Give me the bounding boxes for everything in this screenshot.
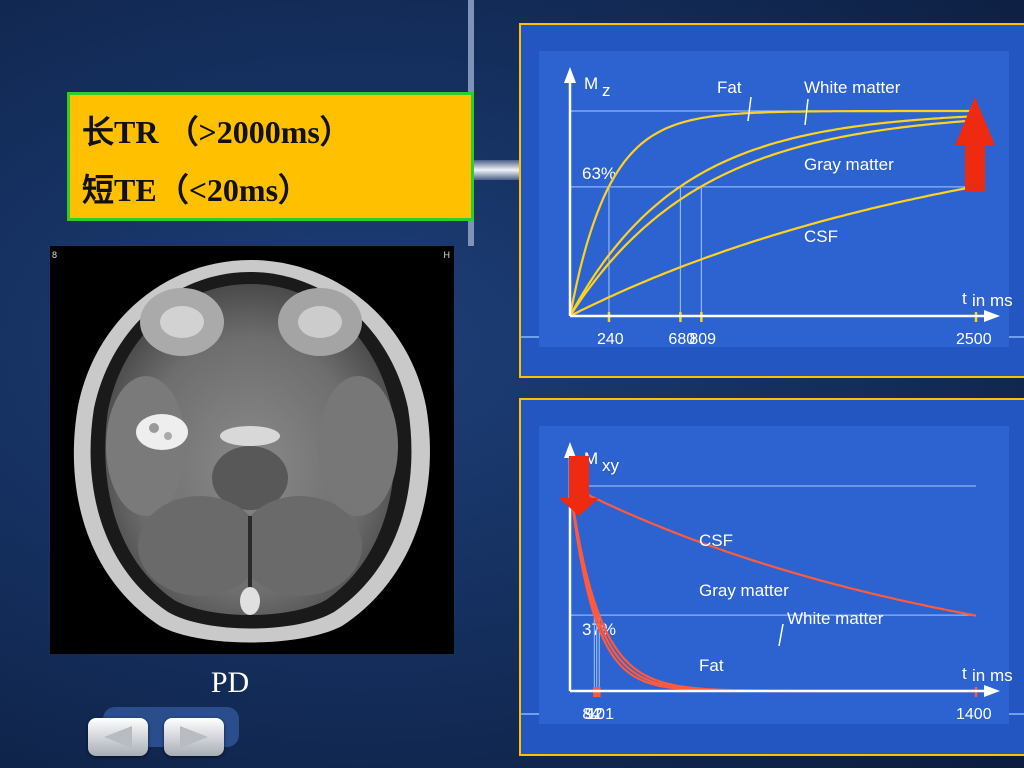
series-label: Gray matter — [699, 581, 789, 600]
y-axis-label-sub: z — [602, 81, 611, 100]
y-axis-label: M — [584, 74, 598, 93]
arrow-right-icon — [180, 726, 208, 748]
series-label: CSF — [804, 227, 838, 246]
tick-label: 1400 — [956, 706, 992, 723]
series-label: White matter — [804, 78, 901, 97]
series-label: CSF — [699, 531, 733, 550]
tick-label: 101 — [587, 706, 614, 723]
condition-box: 长TR （>2000ms） 短TE（<20ms） — [67, 92, 474, 221]
condition-tr: 长TR （>2000ms） — [82, 114, 352, 150]
tick-label: 240 — [597, 331, 624, 348]
down-arrow-icon — [569, 456, 589, 500]
threshold-label: 63% — [582, 164, 616, 183]
x-axis-label-sub: in ms — [972, 666, 1013, 685]
x-axis-label: t — [962, 664, 967, 683]
tick-label: 809 — [689, 331, 716, 348]
previous-button[interactable] — [88, 718, 148, 756]
image-corner-label: H — [443, 250, 451, 260]
arrow-left-icon — [104, 726, 132, 748]
series-label: Fat — [717, 78, 742, 97]
image-caption: PD — [210, 666, 250, 699]
t2-decay-chart: 37% 84 92 101 1400 Mxy t in ms CSF Gray matter Whi… — [519, 398, 1024, 756]
t1-recovery-chart: 63% 240 680 809 2500 Mz t in ms Fat White matter G… — [519, 23, 1024, 378]
next-button[interactable] — [164, 718, 224, 756]
mri-image: 8 H — [50, 246, 454, 654]
image-corner-label: 8 — [52, 250, 58, 260]
y-axis-label-sub: xy — [602, 456, 620, 475]
condition-te: 短TE（<20ms） — [82, 172, 311, 208]
x-axis-label: t — [962, 289, 967, 308]
up-arrow-icon — [965, 143, 985, 192]
tick-label: 2500 — [956, 331, 992, 348]
series-label: White matter — [787, 609, 884, 628]
connector-bar — [472, 160, 520, 180]
series-label: Gray matter — [804, 155, 894, 174]
x-axis-label-sub: in ms — [972, 291, 1013, 310]
series-label: Fat — [699, 656, 724, 675]
